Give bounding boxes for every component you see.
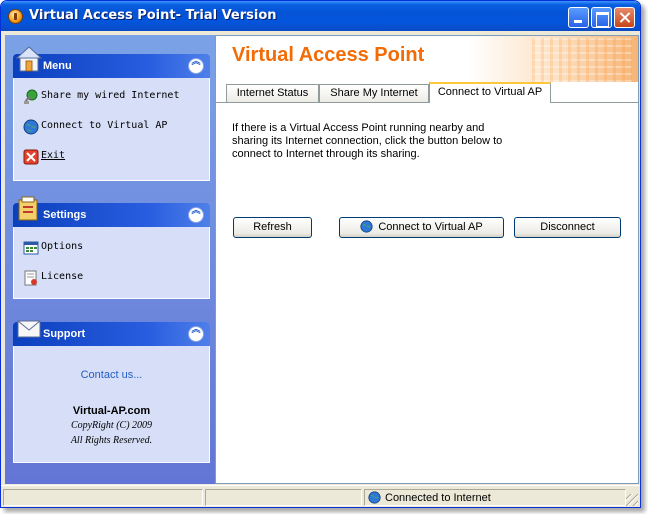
settings-panel: Settings ︽ Options License	[13, 196, 210, 299]
main-header: Virtual Access Point	[216, 36, 638, 82]
sidebar: Menu ︽ Share my wired Internet Connect t…	[5, 35, 215, 484]
title-bar[interactable]: Virtual Access Point- Trial Version	[1, 1, 640, 31]
collapse-settings-icon[interactable]: ︽	[188, 207, 204, 223]
resize-grip[interactable]	[626, 494, 638, 506]
connect-button-label: Connect to Virtual AP	[378, 221, 483, 233]
globe-icon	[368, 491, 381, 504]
globe-icon	[23, 119, 39, 135]
status-cell-2	[205, 489, 362, 506]
description-text: If there is a Virtual Access Point runni…	[232, 122, 503, 160]
menu-item-exit[interactable]: Exit	[14, 142, 209, 172]
support-panel-body: Contact us... Virtual-AP.com CopyRight (…	[13, 346, 210, 463]
rights-text: All Rights Reserved.	[70, 435, 153, 446]
globe-icon	[360, 220, 373, 233]
license-icon	[24, 270, 37, 286]
maximize-button[interactable]	[591, 7, 612, 28]
close-button[interactable]	[614, 7, 635, 28]
connect-button[interactable]: Connect to Virtual AP	[339, 217, 504, 238]
envelope-icon	[17, 320, 41, 338]
settings-panel-body: Options License	[13, 227, 210, 299]
app-title: Virtual Access Point	[232, 44, 425, 66]
menu-panel-body: Share my wired Internet Connect to Virtu…	[13, 78, 210, 181]
app-window: Virtual Access Point- Trial Version Menu…	[0, 0, 641, 508]
website-label: Virtual-AP.com	[72, 405, 151, 417]
header-decoration	[532, 38, 632, 82]
tab-share-my-internet[interactable]: Share My Internet	[319, 84, 429, 102]
tab-pane-connect: If there is a Virtual Access Point runni…	[216, 102, 638, 483]
collapse-support-icon[interactable]: ︽	[188, 326, 204, 342]
main-panel: Virtual Access Point Internet Status Sha…	[215, 35, 639, 484]
support-panel-header[interactable]: Support ︽	[13, 320, 210, 346]
window-title: Virtual Access Point- Trial Version	[29, 8, 277, 23]
collapse-menu-icon[interactable]: ︽	[188, 58, 204, 74]
minimize-button[interactable]	[568, 7, 589, 28]
menu-panel: Menu ︽ Share my wired Internet Connect t…	[13, 46, 210, 181]
disconnect-button[interactable]: Disconnect	[514, 217, 621, 238]
tab-connect-to-virtual-ap[interactable]: Connect to Virtual AP	[429, 82, 551, 103]
support-panel: Support ︽ Contact us... Virtual-AP.com C…	[13, 320, 210, 463]
settings-panel-title: Settings	[43, 209, 87, 221]
refresh-button[interactable]: Refresh	[233, 217, 312, 238]
connection-status: Connected to Internet	[385, 492, 491, 504]
status-cell-3: Connected to Internet	[364, 489, 626, 506]
options-icon	[23, 241, 39, 255]
share-internet-icon	[24, 89, 38, 104]
tab-internet-status[interactable]: Internet Status	[226, 84, 319, 102]
menu-item-connect-virtual-ap[interactable]: Connect to Virtual AP	[14, 112, 209, 142]
contact-us-link[interactable]: Contact us...	[14, 369, 209, 381]
menu-item-share-internet[interactable]: Share my wired Internet	[14, 82, 209, 112]
status-bar: Connected to Internet	[1, 485, 640, 507]
menu-item-options[interactable]: Options	[14, 233, 209, 263]
exit-icon	[23, 149, 39, 165]
menu-panel-header[interactable]: Menu ︽	[13, 46, 210, 78]
menu-panel-title: Menu	[43, 60, 72, 72]
status-cell-1	[3, 489, 203, 506]
settings-panel-header[interactable]: Settings ︽	[13, 196, 210, 227]
copyright-text: CopyRight (C) 2009	[70, 420, 153, 431]
home-icon	[16, 46, 42, 72]
app-icon	[8, 9, 23, 24]
menu-item-license[interactable]: License	[14, 263, 209, 293]
support-panel-title: Support	[43, 328, 86, 340]
settings-folder-icon	[18, 196, 38, 221]
